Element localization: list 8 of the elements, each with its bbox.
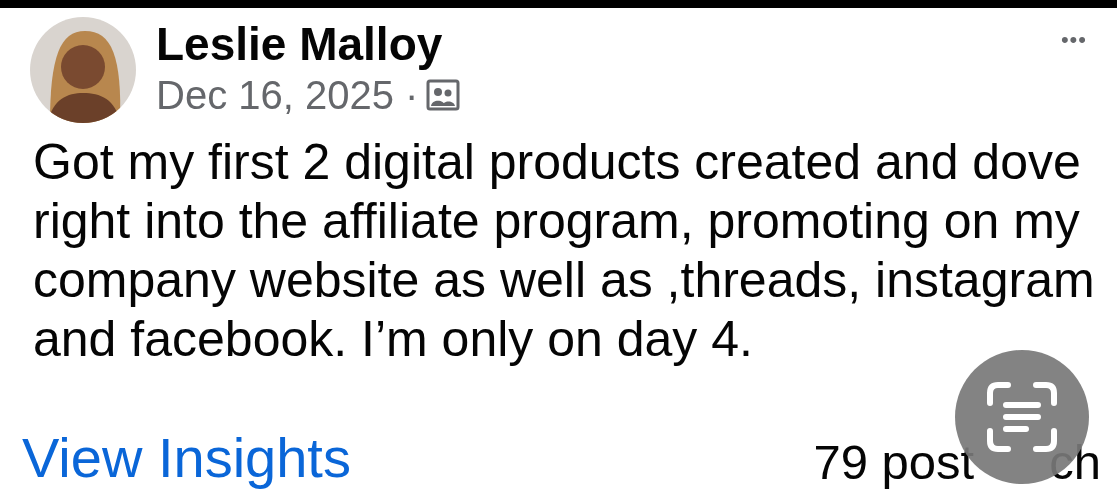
more-button[interactable]: •••: [1060, 17, 1087, 53]
author-name[interactable]: Leslie Malloy: [156, 19, 1041, 69]
view-insights-link[interactable]: View Insights: [22, 425, 351, 490]
post-reach-tail: ch: [1049, 434, 1101, 490]
post-reach: 79 post: [813, 434, 975, 490]
post-text: Got my first 2 digital products created and dove right into the affiliate program, promoting on my company website as well as ,threads, instagram and facebook. I’m only on day 4.: [32, 133, 1096, 369]
post-date: Dec 16, 2025 ·: [156, 72, 419, 119]
group-icon: [426, 79, 461, 111]
